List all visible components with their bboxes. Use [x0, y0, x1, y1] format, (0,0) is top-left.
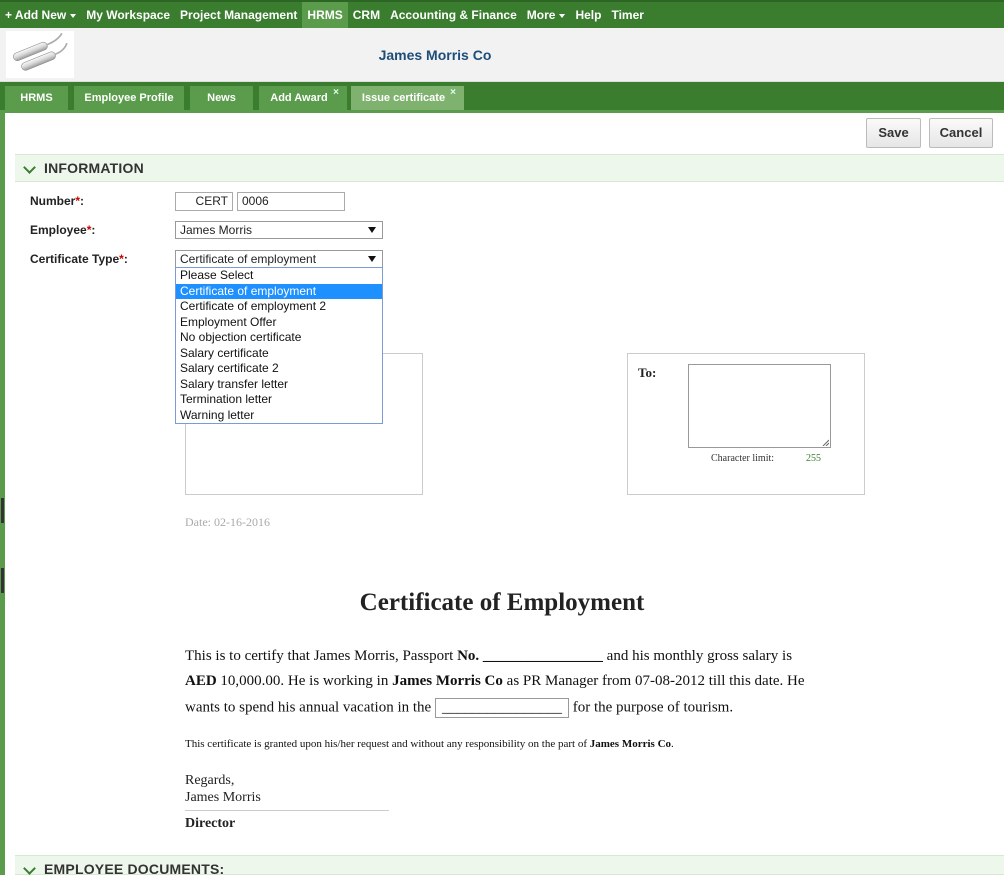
dropdown-option[interactable]: Certificate of employment 2 — [176, 299, 382, 315]
employee-select-value: James Morris — [180, 223, 253, 237]
certificate-line-2: AED 10,000.00. He is working in James Mo… — [185, 673, 865, 690]
vacation-destination-input[interactable]: ________________ — [434, 698, 569, 718]
cert-text: and his monthly gross salary is — [602, 648, 793, 664]
number-prefix-field[interactable]: CERT — [175, 192, 233, 211]
save-button[interactable]: Save — [866, 118, 921, 148]
certificate-type-select-value: Certificate of employment — [180, 252, 317, 266]
nav-accounting-finance[interactable]: Accounting & Finance — [385, 2, 522, 28]
char-limit-label: Character limit: — [711, 453, 775, 464]
company-header: James Morris Co — [0, 28, 1004, 82]
number-label-text: Number — [30, 194, 76, 208]
chevron-down-icon — [23, 862, 36, 875]
nav-project-management[interactable]: Project Management — [175, 2, 302, 28]
dropdown-option[interactable]: Warning letter — [176, 408, 382, 424]
dropdown-option[interactable]: Salary transfer letter — [176, 377, 382, 393]
close-icon[interactable]: × — [450, 81, 456, 105]
dropdown-option[interactable]: Salary certificate — [176, 346, 382, 362]
regards-text: Regards, — [185, 773, 235, 788]
company-name: James Morris Co — [378, 47, 492, 63]
resize-handle-icon[interactable] — [822, 439, 829, 446]
tab-employee-profile-label: Employee Profile — [84, 92, 174, 104]
dropdown-option[interactable]: No objection certificate — [176, 330, 382, 346]
employee-label-text: Employee — [30, 223, 87, 237]
cert-text: This is to certify that James Morris, Pa… — [185, 648, 458, 664]
nav-hrms[interactable]: HRMS — [302, 2, 348, 28]
dropdown-option[interactable]: Termination letter — [176, 392, 382, 408]
cert-text: for the purpose of tourism. — [568, 699, 734, 716]
tab-bar: HRMS Employee Profile News Add Award × Is… — [0, 82, 1004, 113]
certificate-title: Certificate of Employment — [359, 589, 645, 616]
to-box: To: Character limit: 255 — [627, 353, 865, 495]
cancel-button[interactable]: Cancel — [929, 118, 993, 148]
tab-add-award[interactable]: Add Award × — [259, 86, 347, 110]
signer-name: James Morris — [185, 790, 261, 805]
label-colon: : — [80, 194, 85, 208]
left-sidebar-strip — [0, 113, 5, 875]
nav-more-label: More — [526, 8, 556, 22]
certificate-type-label: Certificate Type*: — [30, 252, 128, 266]
nav-add-new[interactable]: + Add New — [0, 2, 81, 28]
nav-more[interactable]: More — [522, 2, 571, 28]
tab-employee-profile[interactable]: Employee Profile — [74, 86, 184, 110]
dropdown-option[interactable]: Certificate of employment — [176, 283, 382, 299]
chevron-down-icon — [23, 161, 36, 174]
nav-help[interactable]: Help — [570, 2, 606, 28]
to-label: To: — [638, 365, 657, 380]
cert-text: . — [671, 738, 674, 750]
caret-down-icon — [70, 13, 77, 18]
cert-text: 10,000.00. He is working in — [216, 673, 393, 689]
dropdown-option[interactable]: Employment Offer — [176, 315, 382, 331]
label-colon: : — [91, 223, 96, 237]
cert-company: James Morris Co — [589, 738, 672, 750]
dropdown-arrow-icon — [368, 256, 376, 262]
nav-crm[interactable]: CRM — [348, 2, 385, 28]
number-label: Number*: — [30, 194, 84, 208]
certificate-type-dropdown[interactable]: Please Select Certificate of employment Ce… — [175, 267, 383, 424]
certificate-line-3: wants to spend his annual vacation in th… — [185, 698, 865, 718]
passport-blank: ________________ — [482, 648, 603, 664]
section-title: INFORMATION — [44, 160, 144, 176]
dropdown-option[interactable]: Salary certificate 2 — [176, 361, 382, 377]
tab-news-label: News — [207, 92, 236, 104]
cert-company: James Morris Co — [392, 673, 503, 689]
signer-title: Director — [185, 816, 236, 831]
tab-issue-certificate[interactable]: Issue certificate × — [351, 86, 464, 110]
label-colon: : — [123, 252, 128, 266]
certificate-type-select[interactable]: Certificate of employment — [175, 250, 383, 268]
nav-timer[interactable]: Timer — [606, 2, 648, 28]
tab-hrms[interactable]: HRMS — [5, 86, 68, 110]
employee-label: Employee*: — [30, 223, 95, 237]
nav-add-new-label: + Add New — [5, 8, 67, 22]
to-textarea[interactable] — [688, 364, 831, 448]
cert-text: as PR Manager from 07-08-2012 till this … — [502, 673, 805, 689]
caret-down-icon — [559, 13, 566, 18]
number-field[interactable]: 0006 — [237, 192, 345, 211]
date-text: Date: 02-16-2016 — [185, 515, 270, 529]
dropdown-option[interactable]: Please Select — [176, 268, 382, 284]
employee-select[interactable]: James Morris — [175, 221, 383, 239]
signature-divider — [185, 810, 389, 811]
tab-news[interactable]: News — [190, 86, 253, 110]
close-icon[interactable]: × — [333, 81, 339, 105]
tab-add-award-label: Add Award — [270, 92, 328, 104]
cert-text: This certificate is granted upon his/her… — [185, 738, 590, 750]
certificate-type-label-text: Certificate Type — [30, 252, 120, 266]
nav-my-workspace[interactable]: My Workspace — [81, 2, 175, 28]
dropdown-arrow-icon — [368, 227, 376, 233]
certificate-line-1: This is to certify that James Morris, Pa… — [185, 648, 865, 665]
cert-text: wants to spend his annual vacation in th… — [185, 699, 435, 716]
sidebar-grip[interactable] — [1, 498, 4, 523]
tab-issue-certificate-label: Issue certificate — [361, 92, 446, 104]
employee-documents-section-header[interactable]: EMPLOYEE DOCUMENTS: — [15, 855, 1004, 877]
cert-bold: AED — [185, 673, 217, 689]
char-limit-value: 255 — [806, 453, 821, 464]
cert-bold: No. — [457, 648, 480, 664]
tab-hrms-label: HRMS — [20, 92, 53, 104]
certificate-disclaimer: This certificate is granted upon his/her… — [185, 738, 674, 750]
top-navigation: + Add New My Workspace Project Managemen… — [0, 0, 1004, 28]
information-section-header[interactable]: INFORMATION — [15, 154, 1004, 182]
